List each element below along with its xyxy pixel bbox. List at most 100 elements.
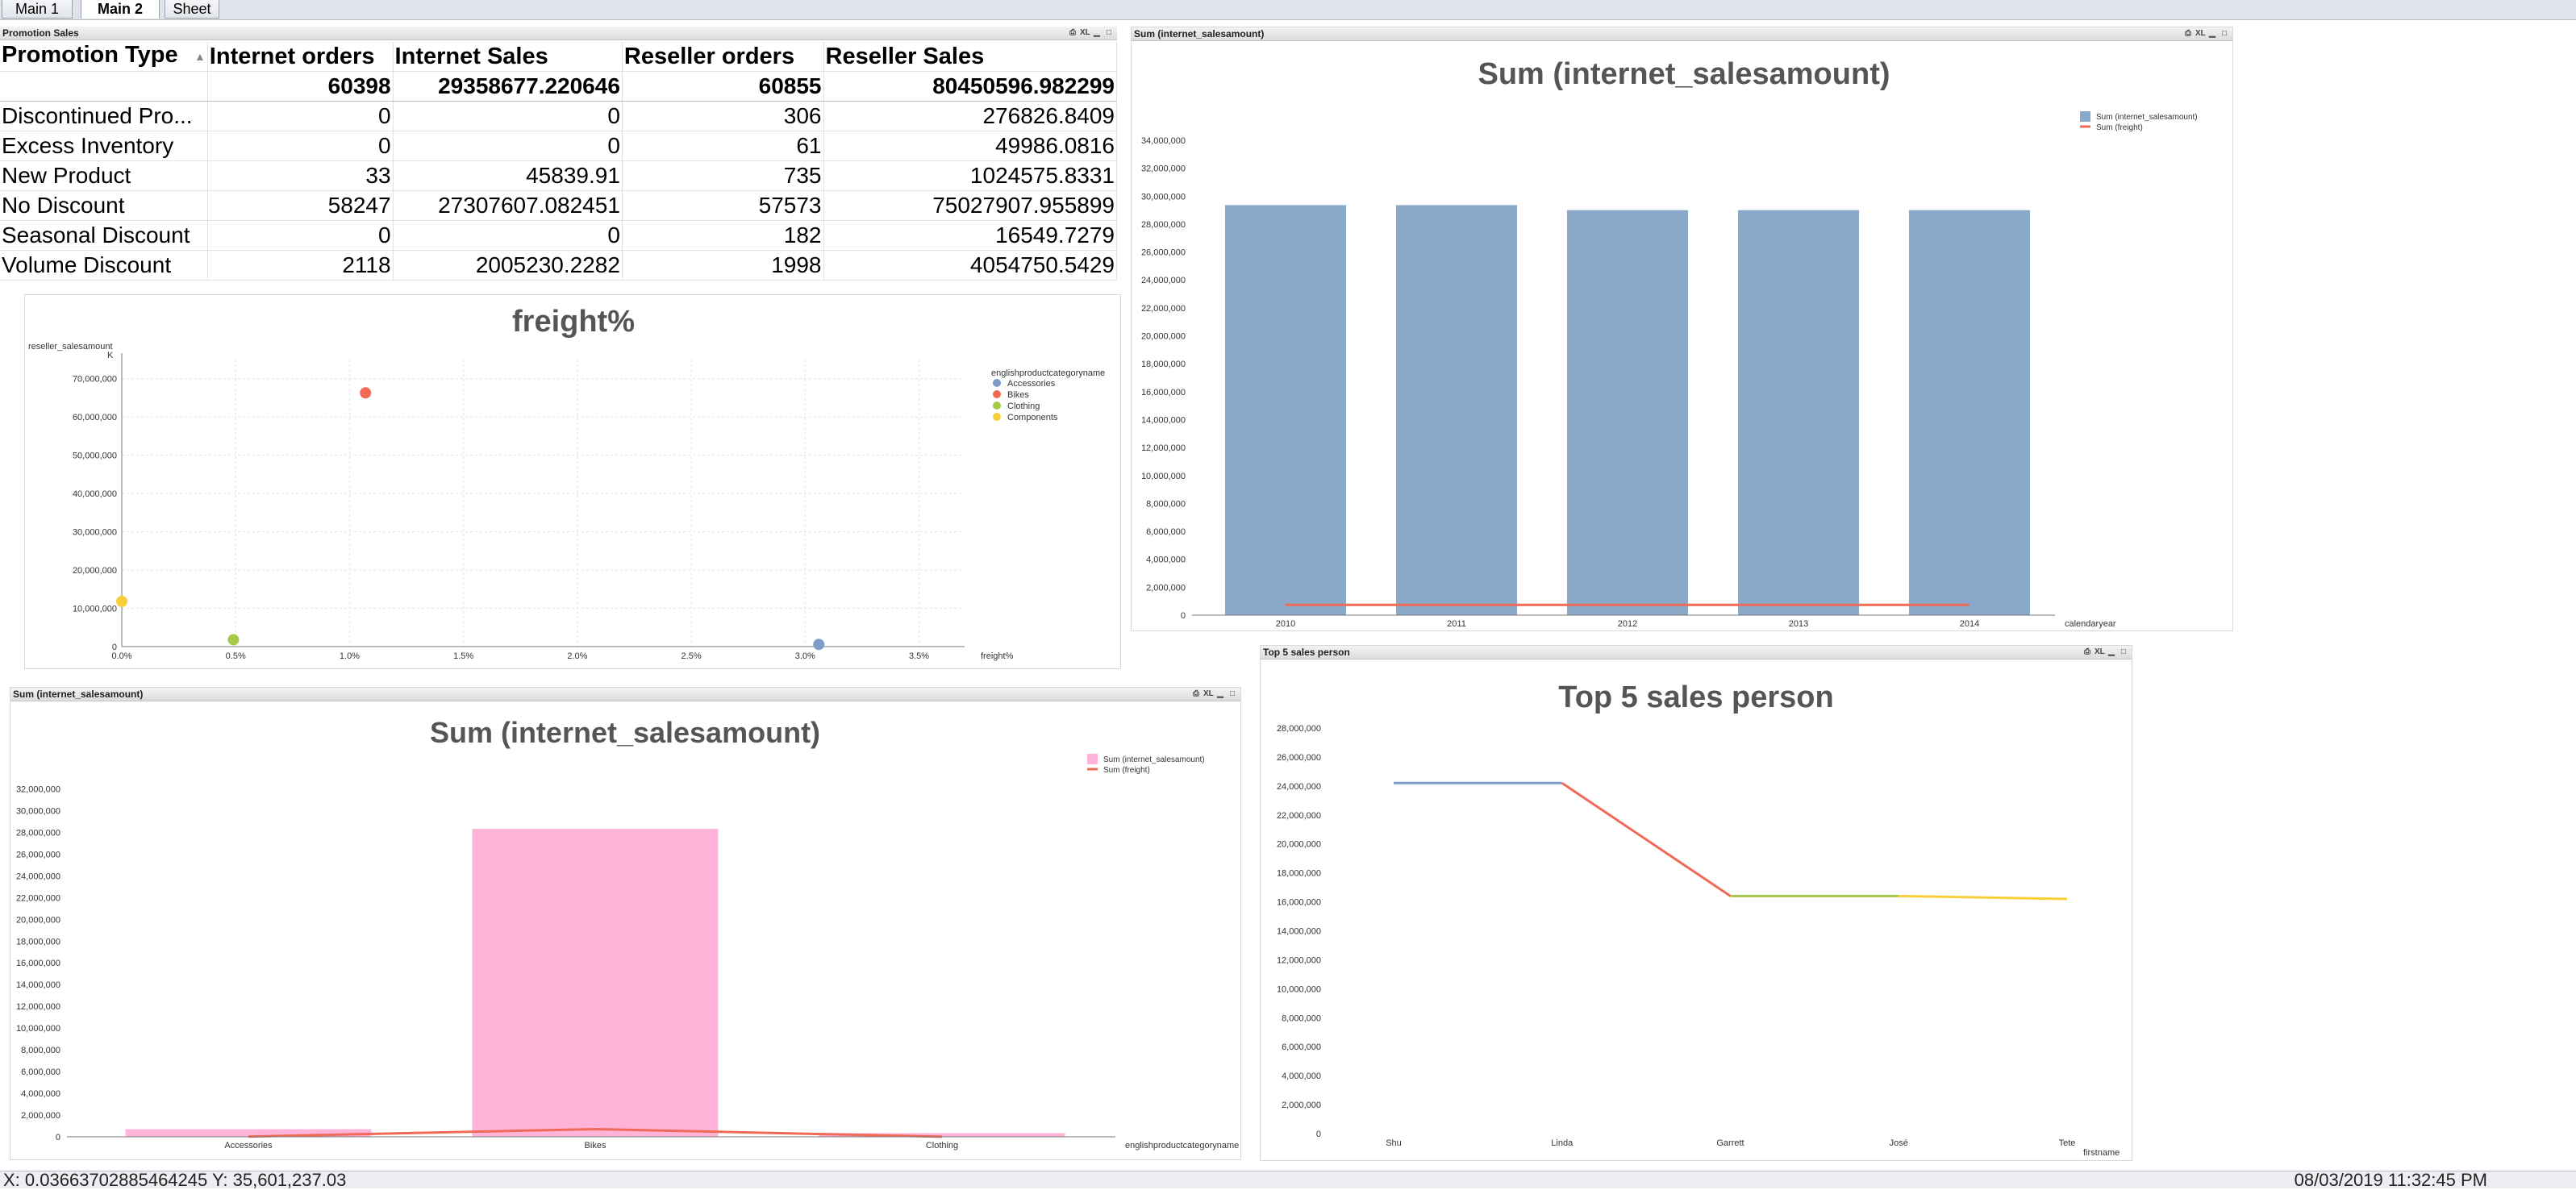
- x-tick-label: 2.5%: [682, 651, 702, 661]
- y-tick-label: 16,000,000: [1141, 388, 1186, 397]
- x-tick-label: 2012: [1618, 619, 1637, 629]
- cell-value: 1024575.8331: [823, 160, 1117, 191]
- tab-sheet[interactable]: Sheet: [165, 0, 219, 19]
- y-tick-label: 60,000,000: [73, 413, 117, 422]
- top5-caption[interactable]: Top 5 sales person ⎙ XL ▁ □: [1261, 646, 2132, 659]
- y-tick-label: 12,000,000: [1277, 955, 1321, 965]
- x-tick-label: 2013: [1789, 619, 1808, 629]
- x-tick-label: Linda: [1551, 1138, 1574, 1148]
- y-tick-label: 18,000,000: [1141, 360, 1186, 369]
- bar-2014: [1909, 210, 2030, 615]
- minimize-icon[interactable]: ▁: [2207, 28, 2217, 39]
- cell-value: 735: [622, 160, 824, 191]
- cell-value: 0: [207, 220, 394, 251]
- scatter-point-bikes: [360, 387, 372, 399]
- x-tick-label: 2014: [1960, 619, 1979, 629]
- bar-2011: [1396, 205, 1517, 615]
- cell-value: 33: [207, 160, 394, 191]
- cell-promotion-type: [0, 71, 208, 102]
- promotion-sales-table: Promotion Type ▲ Internet orders Internet…: [0, 42, 1117, 281]
- freight-scatter-chart: freight%reseller_salesamountK010,000,000…: [28, 305, 1105, 661]
- y-tick-label: 16,000,000: [1277, 898, 1321, 908]
- maximize-icon[interactable]: □: [2220, 28, 2229, 39]
- y-tick-label: 14,000,000: [1277, 927, 1321, 937]
- col-header-promotion-type[interactable]: Promotion Type ▲: [0, 42, 208, 72]
- table-row[interactable]: No Discount 58247 27307607.082451 57573 7502…: [0, 190, 1117, 221]
- print-icon[interactable]: ⎙: [2082, 647, 2092, 657]
- xl-icon[interactable]: XL: [1203, 689, 1214, 699]
- line-segment: [1899, 894, 2068, 901]
- x-tick-label: Bikes: [585, 1141, 606, 1150]
- bar-2010: [1225, 205, 1346, 615]
- x-tick-label: José: [1890, 1138, 1908, 1148]
- legend-marker: [993, 390, 1001, 398]
- x-tick-label: 0.5%: [226, 651, 246, 661]
- y-tick-label: 14,000,000: [16, 980, 60, 990]
- minimize-icon[interactable]: ▁: [2107, 647, 2116, 657]
- y-tick-label: 8,000,000: [1282, 1013, 1321, 1023]
- scatter-point-components: [116, 595, 127, 607]
- col-header-internet-sales[interactable]: Internet Sales: [393, 42, 623, 72]
- table-totals-row[interactable]: 60398 29358677.220646 60855 80450596.982299: [0, 71, 1117, 102]
- table-header-row: Promotion Type ▲ Internet orders Internet…: [0, 42, 1117, 72]
- cell-value: 0: [207, 101, 394, 131]
- print-icon[interactable]: ⎙: [2183, 28, 2193, 39]
- caption-title: Promotion Sales: [2, 27, 79, 39]
- sort-icon[interactable]: ▲: [194, 42, 206, 71]
- status-datetime: 08/03/2019 11:32:45 PM: [2294, 1170, 2487, 1190]
- cell-value: 80450596.982299: [823, 71, 1117, 102]
- x-tick-label: Garrett: [1716, 1138, 1744, 1148]
- y-tick-label: 20,000,000: [1141, 332, 1186, 342]
- y-tick-label: 28,000,000: [1141, 220, 1186, 230]
- table-row[interactable]: Discontinued Pro... 0 0 306 276826.8409: [0, 101, 1117, 131]
- cell-value: 16549.7279: [823, 220, 1117, 251]
- cell-promotion-type: Seasonal Discount: [0, 220, 208, 251]
- x-tick-label: 3.5%: [909, 651, 929, 661]
- table-row[interactable]: Excess Inventory 0 0 61 49986.0816: [0, 131, 1117, 161]
- table-row[interactable]: Seasonal Discount 0 0 182 16549.7279: [0, 220, 1117, 251]
- col-header-reseller-sales[interactable]: Reseller Sales: [823, 42, 1117, 72]
- tab-main-1[interactable]: Main 1: [2, 0, 73, 19]
- x-tick-label: 3.0%: [795, 651, 815, 661]
- category-bar-chart: Sum (internet_salesamount) 0 2,000,000 4,00…: [16, 716, 1239, 1150]
- maximize-icon[interactable]: □: [1228, 689, 1237, 699]
- cell-value: 306: [622, 101, 824, 131]
- table-row[interactable]: New Product 33 45839.91 735 1024575.8331: [0, 160, 1117, 191]
- year-bar-chart: Sum (internet_salesamount) 0 2,000,000 4,00…: [1141, 57, 2198, 629]
- col-header-internet-orders[interactable]: Internet orders: [207, 42, 394, 72]
- legend-entry: Components: [1007, 413, 1058, 422]
- y-tick-label: 28,000,000: [1277, 724, 1321, 734]
- cell-promotion-type: Volume Discount: [0, 250, 208, 281]
- year-bar-caption[interactable]: Sum (internet_salesamount) ⎙ XL ▁ □: [1132, 27, 2232, 41]
- y-tick-label: 8,000,000: [21, 1046, 60, 1055]
- y-tick-label: 4,000,000: [1146, 555, 1186, 565]
- x-tick-label: 1.5%: [453, 651, 473, 661]
- minimize-icon[interactable]: ▁: [1092, 27, 1102, 38]
- y-tick-label: 10,000,000: [1141, 472, 1186, 481]
- xl-icon[interactable]: XL: [2195, 28, 2206, 39]
- y-tick-label: 24,000,000: [16, 872, 60, 881]
- minimize-icon[interactable]: ▁: [1215, 689, 1225, 699]
- line-segment: [1561, 782, 1732, 897]
- y-tick-label: 2,000,000: [21, 1111, 60, 1121]
- cell-value: 0: [207, 131, 394, 161]
- print-icon[interactable]: ⎙: [1191, 689, 1201, 699]
- print-icon[interactable]: ⎙: [1068, 27, 1078, 38]
- promotion-sales-caption[interactable]: Promotion Sales ⎙ XL ▁ □: [0, 27, 1117, 40]
- y-tick-label: 22,000,000: [1277, 811, 1321, 821]
- xl-icon[interactable]: XL: [2095, 647, 2105, 657]
- category-bar-caption[interactable]: Sum (internet_salesamount) ⎙ XL ▁ □: [10, 688, 1240, 701]
- cell-value: 0: [393, 101, 623, 131]
- x-tick-label: 0.0%: [111, 651, 131, 661]
- chart-title: freight%: [512, 305, 635, 339]
- xl-icon[interactable]: XL: [1080, 27, 1090, 38]
- cell-value: 2005230.2282: [393, 250, 623, 281]
- table-row[interactable]: Volume Discount 2118 2005230.2282 1998 40547…: [0, 250, 1117, 281]
- y-tick-label: 0: [1181, 611, 1186, 621]
- y-tick-label: 12,000,000: [16, 1002, 60, 1012]
- tab-main-2[interactable]: Main 2: [81, 0, 160, 19]
- col-header-reseller-orders[interactable]: Reseller orders: [622, 42, 824, 72]
- maximize-icon[interactable]: □: [2119, 647, 2128, 657]
- maximize-icon[interactable]: □: [1104, 27, 1114, 38]
- cell-value: 2118: [207, 250, 394, 281]
